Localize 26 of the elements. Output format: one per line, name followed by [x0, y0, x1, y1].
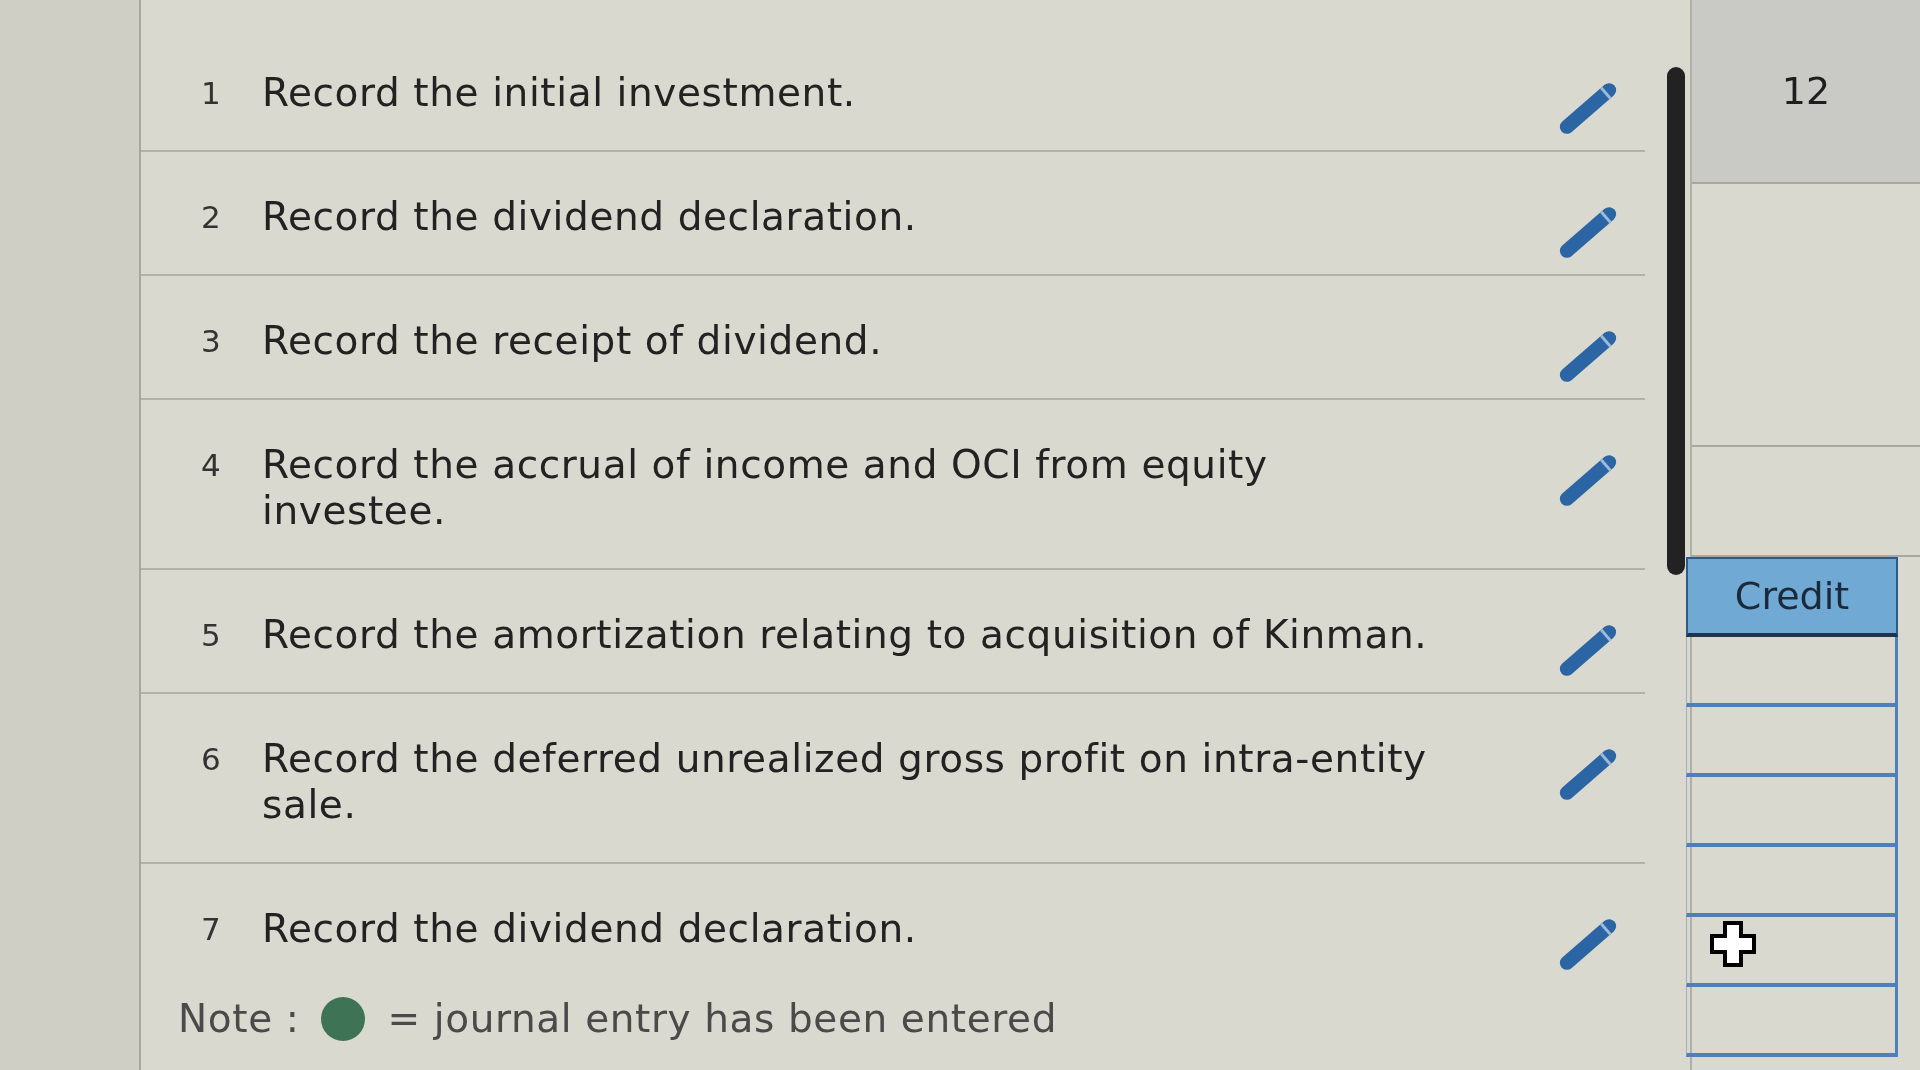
entry-description: Record the accrual of income and OCI from equity investee.	[262, 442, 1269, 534]
entry-number: 1	[201, 74, 222, 113]
entry-number: 6	[201, 740, 222, 779]
entry-number: 7	[201, 910, 222, 949]
entry-description: Record the receipt of dividend.	[262, 318, 884, 364]
entry-description: Record the dividend declaration.	[262, 906, 918, 952]
entry-description: Record the dividend declaration.	[262, 194, 918, 240]
input-field[interactable]	[1686, 847, 1898, 917]
plus-cursor-icon	[1710, 921, 1756, 967]
entry-description: Record the deferred unrealized gross profit on intra-entity sale.	[262, 736, 1428, 828]
entry-number: 2	[201, 198, 222, 237]
entry-description: Record the initial investment.	[262, 70, 857, 116]
entry-number: 3	[201, 322, 222, 361]
entry-description: Record the amortization relating to acquisition of Kinman.	[262, 612, 1429, 658]
input-field[interactable]	[1686, 987, 1898, 1057]
entry-number: 5	[201, 616, 222, 655]
input-field[interactable]	[1686, 637, 1898, 707]
note-label: Note :	[178, 996, 300, 1042]
input-field[interactable]	[1686, 707, 1898, 777]
entry-number: 4	[201, 446, 222, 485]
scrollbar-thumb[interactable]	[1667, 67, 1685, 575]
input-field[interactable]	[1686, 777, 1898, 847]
amount-value: 12	[1781, 69, 1831, 113]
column-header: Credit	[1686, 557, 1898, 637]
note-legend: = journal entry has been entered	[387, 996, 1057, 1042]
status-dot-icon	[321, 997, 366, 1041]
